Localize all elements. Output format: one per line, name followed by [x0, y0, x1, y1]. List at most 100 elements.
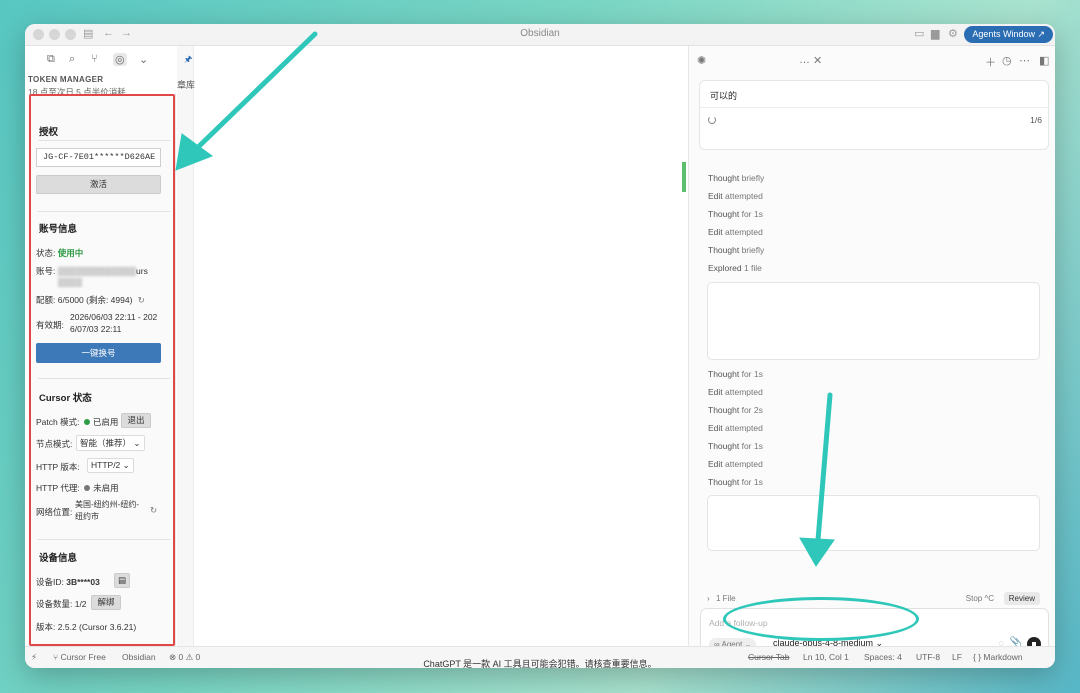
http-proxy-row: HTTP 代理: 未启用 [36, 482, 119, 494]
location-value-line-1: 美国-纽约州-纽约- [75, 500, 139, 509]
node-mode-label: 节点模式: [36, 439, 73, 449]
agent-step[interactable]: Edit attempted [708, 191, 763, 201]
agent-step[interactable]: Thought for 1s [708, 369, 763, 379]
ellipsis-icon[interactable]: ⋯ [1019, 54, 1030, 67]
chevron-down-icon[interactable]: ⌄ [139, 53, 148, 66]
http-proxy-value: 未启用 [93, 483, 119, 493]
location-value-line-2: 纽约市 [75, 512, 99, 521]
step-action: Thought [708, 477, 740, 487]
step-action: Thought [708, 209, 740, 219]
add-icon[interactable]: ＋ [985, 54, 996, 70]
divider [38, 140, 170, 141]
account-email-redacted: ▒▒▒▒▒▒▒▒▒▒▒▒▒ [57, 266, 137, 276]
step-detail: for 1s [741, 369, 763, 379]
gear-icon[interactable]: ⚙ [948, 27, 958, 40]
token-manager-panel: 授权 JG-CF-7E01******D626AE 激活 账号信息 状态: 使用… [28, 94, 176, 646]
window-title: Obsidian [520, 28, 560, 39]
editor-gutter [177, 46, 194, 646]
agent-step[interactable]: Thought briefly [708, 245, 764, 255]
divider [38, 378, 170, 379]
exit-patch-button[interactable]: 退出 [121, 413, 151, 428]
refresh-icon[interactable]: ↻ [138, 295, 145, 305]
divider [38, 211, 170, 212]
http-version-select[interactable]: HTTP/2 ⌄ [87, 458, 134, 473]
divider [700, 107, 1048, 108]
more-icon[interactable]: … [799, 54, 810, 66]
agent-step[interactable]: Thought briefly [708, 173, 764, 183]
disclaimer-text: ChatGPT 是一款 AI 工具且可能会犯错。请核查重要信息。 [423, 659, 657, 669]
chat-icon[interactable]: ▆ [931, 27, 939, 40]
review-button[interactable]: Review [1003, 592, 1040, 605]
account-email-redacted-2: ▒▒▒▒ [58, 277, 83, 287]
code-diff-card[interactable] [707, 495, 1040, 551]
agent-step[interactable]: Thought for 1s [708, 209, 763, 219]
chevron-down-icon: ⌄ [133, 438, 141, 448]
step-detail: attempted [725, 423, 763, 433]
agent-step[interactable]: Thought for 2s [708, 405, 763, 415]
user-message-card[interactable]: 可以的 1/6 [699, 80, 1049, 150]
panel-toggle-icon[interactable]: ◧ [1039, 54, 1049, 67]
device-id-value: 3B****03 [66, 577, 100, 587]
agent-step[interactable]: Edit attempted [708, 423, 763, 433]
account-heading: 账号信息 [39, 224, 78, 235]
copy-icon[interactable]: ▤ [114, 573, 130, 588]
search-icon[interactable]: ⌕ [69, 53, 75, 66]
step-action: Edit [708, 423, 723, 433]
refresh-icon[interactable]: ↻ [150, 505, 157, 516]
unbind-button[interactable]: 解绑 [91, 595, 121, 610]
code-diff-card[interactable] [707, 282, 1040, 360]
app-window: ▤ ← → Obsidian ▭ ▆ ⚙ Agents Window ↗ ⧉ ⌕… [25, 24, 1055, 668]
stop-button[interactable]: Stop ^C [966, 594, 994, 603]
quota-value: 6/5000 (剩余: 4994) [57, 295, 133, 305]
step-action: Edit [708, 191, 723, 201]
pin-icon[interactable]: 🖈 [184, 52, 192, 68]
cursor-state-heading: Cursor 状态 [39, 393, 92, 404]
step-detail: for 1s [741, 441, 763, 451]
step-detail: attempted [725, 459, 763, 469]
agents-window-button[interactable]: Agents Window ↗ [964, 26, 1053, 43]
todo-progress: 1/6 [1030, 115, 1042, 125]
token-extension-icon[interactable]: ◎ [113, 53, 127, 66]
chevron-right-icon[interactable]: › [707, 594, 710, 603]
quota-label: 配额: [36, 295, 56, 305]
http-version-value: HTTP/2 [91, 460, 121, 470]
files-count[interactable]: 1 File [716, 594, 736, 603]
step-detail: briefly [741, 245, 765, 255]
layout-icon[interactable]: ▭ [914, 27, 924, 40]
account-label: 账号: [36, 266, 56, 276]
device-heading: 设备信息 [39, 553, 78, 564]
node-mode-select[interactable]: 智能（推荐） ⌄ [76, 435, 145, 451]
agent-chat-panel: ✺ … ✕ ＋ ◷ ⋯ ◧ 可以的 1/6 Thought briefly Edi… [688, 46, 1055, 658]
location-label: 网络位置: [36, 507, 73, 517]
chevron-down-icon: ⌄ [122, 460, 130, 470]
device-id-label: 设备ID: [36, 577, 64, 587]
status-dot-icon [83, 419, 90, 426]
step-detail: for 1s [741, 477, 763, 487]
source-control-icon[interactable]: ⑂ [91, 53, 98, 65]
step-action: Thought [708, 245, 740, 255]
files-icon[interactable]: ⧉ [47, 53, 55, 66]
account-value: urs [136, 266, 148, 276]
history-icon[interactable]: ◷ [1002, 54, 1012, 67]
step-detail: briefly [741, 173, 765, 183]
version-value: 2.5.2 (Cursor 3.6.21) [57, 622, 137, 632]
agent-step[interactable]: Explored 1 file [708, 263, 762, 273]
agent-step[interactable]: Edit attempted [708, 387, 763, 397]
activate-button[interactable]: 激活 [36, 175, 161, 194]
step-detail: attempted [725, 387, 763, 397]
agent-step[interactable]: Edit attempted [708, 459, 763, 469]
http-proxy-label: HTTP 代理: [36, 483, 80, 493]
step-action: Thought [708, 369, 740, 379]
step-detail: attempted [725, 227, 763, 237]
agent-step[interactable]: Thought for 1s [708, 477, 763, 487]
agent-step[interactable]: Edit attempted [708, 227, 763, 237]
step-action: Edit [708, 459, 723, 469]
close-icon[interactable]: ✕ [813, 54, 822, 67]
switch-account-button[interactable]: 一键换号 [36, 343, 161, 363]
explorer-toolbar: ⧉ ⌕ ⑂ ◎ ⌄ [25, 46, 177, 72]
agent-step[interactable]: Thought for 1s [708, 441, 763, 451]
step-action: Edit [708, 227, 723, 237]
step-action: Thought [708, 405, 740, 415]
editor-area[interactable] [194, 46, 688, 646]
license-key-input[interactable]: JG-CF-7E01******D626AE [36, 148, 161, 167]
